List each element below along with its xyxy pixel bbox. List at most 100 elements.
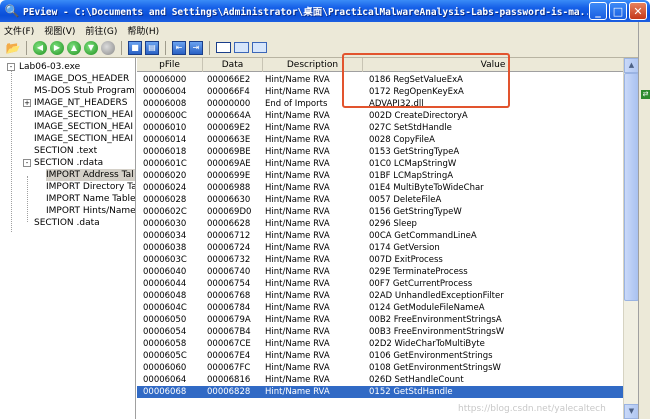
table-row[interactable]: 00006054 000067B4 Hint/Name RVA 00B3 FreeEn… (137, 326, 623, 338)
tree-item-import-address-table[interactable]: IMPORT Address Tal (46, 169, 135, 181)
table-row[interactable]: 00006038 00006724 Hint/Name RVA 0174 GetVer… (137, 242, 623, 254)
import-address-table-grid[interactable]: pFile Data Description Value 00006000 000… (137, 58, 623, 419)
table-row[interactable]: 00006020 0000699E Hint/Name RVA 01BF LCMapS… (137, 170, 623, 182)
table-row[interactable]: 00006040 00006740 Hint/Name RVA 029E Termin… (137, 266, 623, 278)
structure-tree[interactable]: - Lab06-03.exe IMAGE_DOS_HEADER MS-DOS S… (0, 58, 136, 419)
down-icon[interactable]: ▼ (84, 40, 98, 55)
up-icon[interactable]: ▲ (67, 40, 81, 55)
cell-data: 0000679A (207, 315, 251, 325)
cell-description: Hint/Name RVA (265, 315, 330, 325)
title-bar: 🔍 PEview - C:\Documents and Settings\Adm… (0, 0, 650, 22)
word-view-icon[interactable] (234, 42, 249, 53)
cell-data: 0000663E (207, 135, 251, 145)
table-row[interactable]: 00006048 00006768 Hint/Name RVA 02AD Unhand… (137, 290, 623, 302)
table-row[interactable]: 00006058 000067CE Hint/Name RVA 02D2 WideCh… (137, 338, 623, 350)
vertical-scrollbar[interactable]: ▲ ▼ (623, 58, 639, 419)
tree-item-import-hints-names[interactable]: IMPORT Hints/Name (46, 205, 135, 217)
minimize-button[interactable]: _ (589, 2, 607, 20)
cell-pfile: 0000604C (143, 303, 187, 313)
table-row[interactable]: 00006028 00006630 Hint/Name RVA 0057 Delete… (137, 194, 623, 206)
table-row[interactable]: 0000601C 000069AE Hint/Name RVA 01C0 LCMapS… (137, 158, 623, 170)
menu-help[interactable]: 帮助(H) (127, 24, 159, 37)
table-row[interactable]: 0000605C 000067E4 Hint/Name RVA 0106 GetEnv… (137, 350, 623, 362)
tree-item-label: SECTION .data (34, 218, 100, 228)
cell-pfile: 00006000 (143, 75, 187, 85)
table-row[interactable]: 00006050 0000679A Hint/Name RVA 00B2 FreeEn… (137, 314, 623, 326)
tree-item-image-nt-headers[interactable]: + IMAGE_NT_HEADERS (23, 97, 128, 109)
toolbar-separator (209, 40, 210, 55)
menu-go[interactable]: 前往(G) (85, 24, 117, 37)
app-magnifier-icon: 🔍 (4, 4, 20, 18)
table-row[interactable]: 0000600C 0000664A Hint/Name RVA 002D Create… (137, 110, 623, 122)
close-button[interactable]: ✕ (629, 2, 647, 20)
copy-icon[interactable]: ▤ (145, 40, 159, 55)
cell-pfile: 0000600C (143, 111, 187, 121)
back-icon[interactable]: ◀ (33, 40, 47, 55)
tree-item-ms-dos-stub[interactable]: MS-DOS Stub Program (34, 85, 135, 97)
cell-data: 000067CE (207, 339, 251, 349)
stop-icon[interactable] (101, 40, 115, 55)
cell-description: Hint/Name RVA (265, 171, 330, 181)
cell-description: Hint/Name RVA (265, 351, 330, 361)
table-row[interactable]: 0000604C 00006784 Hint/Name RVA 0124 GetMod… (137, 302, 623, 314)
cell-value: 0124 GetModuleFileNameA (369, 303, 485, 313)
cell-value: 029E TerminateProcess (369, 267, 468, 277)
table-row[interactable]: 00006064 00006816 Hint/Name RVA 026D SetHan… (137, 374, 623, 386)
cell-data: 000069AE (207, 159, 251, 169)
menu-view[interactable]: 视图(V) (44, 24, 75, 37)
dword-view-icon[interactable] (252, 42, 267, 53)
save-icon[interactable]: ■ (128, 40, 142, 55)
table-row[interactable]: 00006060 000067FC Hint/Name RVA 0108 GetEnv… (137, 362, 623, 374)
collapse-icon[interactable]: - (23, 159, 31, 167)
table-row[interactable]: 00006010 000069E2 Hint/Name RVA 027C SetStd… (137, 122, 623, 134)
cell-pfile: 00006038 (143, 243, 187, 253)
table-row[interactable]: 00006014 0000663E Hint/Name RVA 0028 CopyFi… (137, 134, 623, 146)
cell-data: 00006630 (207, 195, 251, 205)
cell-description: Hint/Name RVA (265, 195, 330, 205)
cell-data: 00006754 (207, 279, 251, 289)
tree-item-lab06-03-exe[interactable]: - Lab06-03.exe (7, 61, 80, 73)
open-folder-icon[interactable]: 📂 (6, 41, 21, 55)
tree-item-section-header-1[interactable]: IMAGE_SECTION_HEAI (34, 109, 133, 121)
tree-item-section-text[interactable]: SECTION .text (34, 145, 97, 157)
export-icon[interactable]: ⇥ (189, 40, 203, 55)
cell-pfile: 00006008 (143, 99, 187, 109)
column-header-pfile[interactable]: pFile (137, 58, 203, 72)
tree-item-image-dos-header[interactable]: IMAGE_DOS_HEADER (34, 73, 129, 85)
table-row[interactable]: 0000603C 00006732 Hint/Name RVA 007D ExitPr… (137, 254, 623, 266)
table-row[interactable]: 00006024 00006988 Hint/Name RVA 01E4 MultiB… (137, 182, 623, 194)
tree-item-import-name-table[interactable]: IMPORT Name Table (46, 193, 135, 205)
table-row[interactable]: 0000602C 000069D0 Hint/Name RVA 0156 GetStr… (137, 206, 623, 218)
maximize-button[interactable]: □ (609, 2, 627, 20)
byte-view-icon[interactable] (216, 42, 231, 53)
background-window-icon: ⇄ (641, 90, 650, 99)
expand-icon[interactable]: + (23, 99, 31, 107)
scrollbar-thumb[interactable] (624, 73, 639, 301)
forward-icon[interactable]: ▶ (50, 40, 64, 55)
collapse-icon[interactable]: - (7, 63, 15, 71)
scroll-down-icon[interactable]: ▼ (624, 404, 639, 419)
tree-item-section-header-3[interactable]: IMAGE_SECTION_HEAI (34, 133, 133, 145)
menu-file[interactable]: 文件(F) (4, 24, 34, 37)
cell-data: 000069BE (207, 147, 251, 157)
cell-pfile: 00006034 (143, 231, 187, 241)
table-row[interactable]: 00006068 00006828 Hint/Name RVA 0152 GetStd… (137, 386, 623, 398)
tree-item-section-header-2[interactable]: IMAGE_SECTION_HEAI (34, 121, 133, 133)
menu-bar: 文件(F) 视图(V) 前往(G) 帮助(H) (0, 22, 650, 38)
column-header-data[interactable]: Data (203, 58, 263, 72)
table-row[interactable]: 00006030 00006628 Hint/Name RVA 0296 Sleep (137, 218, 623, 230)
tree-item-section-rdata[interactable]: - SECTION .rdata (23, 157, 103, 169)
table-row[interactable]: 00006044 00006754 Hint/Name RVA 00F7 GetCur… (137, 278, 623, 290)
scroll-up-icon[interactable]: ▲ (624, 58, 639, 73)
cell-data: 00006816 (207, 375, 251, 385)
cell-description: Hint/Name RVA (265, 303, 330, 313)
cell-pfile: 0000601C (143, 159, 187, 169)
cell-data: 00006712 (207, 231, 251, 241)
table-row[interactable]: 00006018 000069BE Hint/Name RVA 0153 GetStr… (137, 146, 623, 158)
tree-item-label: Lab06-03.exe (19, 62, 81, 72)
table-row[interactable]: 00006034 00006712 Hint/Name RVA 00CA GetCom… (137, 230, 623, 242)
tree-item-import-directory-table[interactable]: IMPORT Directory Ta (46, 181, 135, 193)
tree-item-section-data[interactable]: SECTION .data (34, 217, 100, 229)
import-icon[interactable]: ⇤ (172, 40, 186, 55)
cell-pfile: 00006014 (143, 135, 187, 145)
